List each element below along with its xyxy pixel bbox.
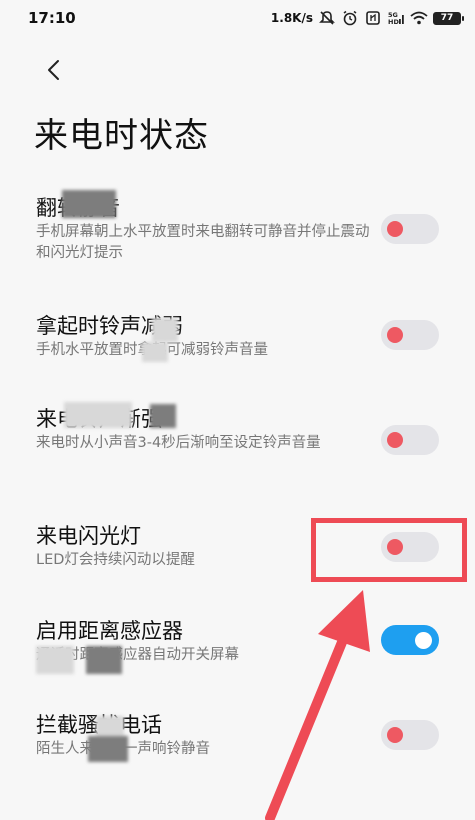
status-time: 17:10 — [28, 9, 76, 27]
privacy-blur — [62, 190, 116, 218]
chevron-left-icon — [48, 60, 59, 80]
battery-level: 77 — [440, 13, 454, 23]
privacy-blur — [64, 402, 132, 428]
privacy-blur — [88, 736, 128, 762]
network-speed: 1.8K/s — [270, 11, 313, 25]
privacy-blur — [152, 318, 178, 342]
annotation-arrow — [265, 590, 370, 820]
setting-description: 手机屏幕朝上水平放置时来电翻转可静音并停止震动和闪光灯提示 — [36, 224, 370, 261]
wifi-icon — [410, 11, 428, 25]
page-title: 来电时状态 — [34, 116, 209, 156]
svg-text:HD: HD — [388, 18, 399, 26]
status-bar: 17:10 1.8K/s 5G HD 77 — [0, 0, 475, 36]
alarm-icon — [343, 10, 357, 26]
toggle-ringtone-fade-in[interactable] — [381, 425, 439, 455]
toggle-pickup-reduce-ringtone[interactable] — [381, 320, 439, 350]
toggle-knob — [387, 432, 403, 448]
toggle-flip-to-mute[interactable] — [381, 214, 439, 244]
highlight-box — [311, 518, 467, 582]
toggle-knob — [387, 727, 403, 743]
privacy-blur — [150, 404, 176, 428]
nfc-icon — [366, 11, 380, 25]
back-button[interactable] — [36, 52, 72, 88]
toggle-proximity-sensor[interactable] — [381, 625, 439, 655]
privacy-blur — [86, 646, 122, 674]
battery-icon: 77 — [433, 11, 464, 25]
setting-description: 来电时从小声音3-4秒后渐响至设定铃声音量 — [36, 435, 321, 451]
signal-5g-icon: 5G HD — [388, 11, 404, 26]
toggle-knob — [387, 327, 403, 343]
status-icons: 1.8K/s 5G HD 77 — [270, 10, 464, 26]
setting-description: 手机水平放置时拿起可减弱铃声音量 — [36, 340, 372, 361]
privacy-blur — [96, 716, 124, 738]
mute-icon — [319, 11, 335, 25]
toggle-block-spam-calls[interactable] — [381, 720, 439, 750]
privacy-blur — [142, 342, 168, 362]
toggle-knob — [415, 632, 432, 649]
privacy-blur — [36, 646, 74, 674]
toggle-knob — [387, 221, 403, 237]
